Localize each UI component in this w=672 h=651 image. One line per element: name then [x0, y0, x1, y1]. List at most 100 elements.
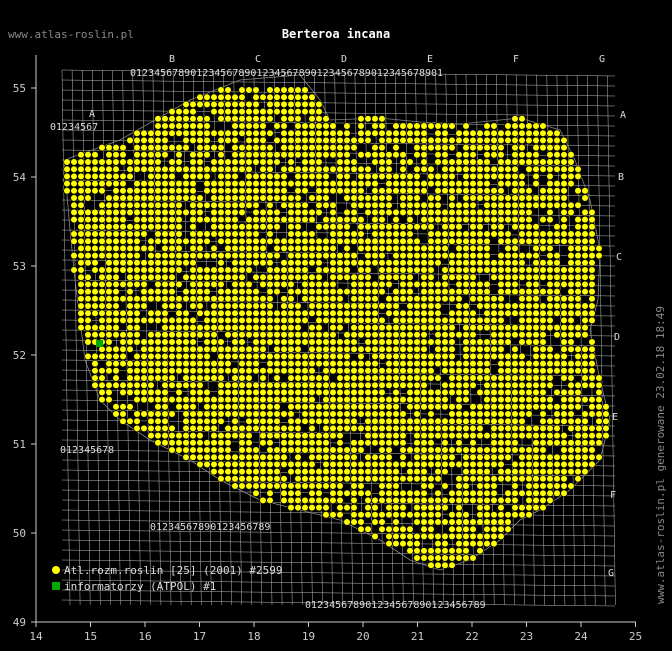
- occurrence-dot: [497, 417, 505, 425]
- occurrence-dot: [462, 489, 470, 497]
- occurrence-dot: [490, 151, 498, 159]
- occurrence-dot: [245, 424, 253, 433]
- occurrence-dot: [301, 475, 309, 483]
- occurrence-dot: [105, 345, 113, 353]
- occurrence-dot: [469, 489, 477, 497]
- occurrence-dot: [553, 460, 561, 469]
- occurrence-dot: [413, 194, 421, 202]
- occurrence-dot: [329, 144, 337, 152]
- occurrence-dot: [392, 460, 400, 469]
- occurrence-dot: [280, 381, 288, 389]
- occurrence-dot: [413, 122, 421, 130]
- occurrence-dot: [378, 223, 386, 231]
- occurrence-dot: [273, 367, 281, 375]
- occurrence-dot: [532, 288, 540, 296]
- occurrence-dot: [252, 230, 260, 238]
- occurrence-dot: [497, 453, 505, 461]
- occurrence-dot: [336, 144, 344, 152]
- occurrence-dot: [84, 180, 92, 188]
- occurrence-dot: [147, 187, 155, 195]
- occurrence-dot: [196, 122, 204, 130]
- occurrence-dot: [399, 273, 407, 281]
- occurrence-dot: [259, 496, 267, 505]
- occurrence-dot: [336, 180, 344, 188]
- occurrence-dot: [245, 158, 253, 166]
- occurrence-dot: [77, 158, 85, 166]
- occurrence-dot: [483, 252, 491, 260]
- occurrence-dot: [469, 360, 477, 368]
- occurrence-dot: [308, 439, 316, 447]
- occurrence-dot: [518, 295, 526, 303]
- occurrence-dot: [539, 324, 547, 332]
- occurrence-dot: [420, 187, 428, 195]
- occurrence-dot: [371, 115, 379, 123]
- occurrence-dot: [462, 360, 470, 368]
- occurrence-dot: [182, 309, 190, 317]
- occurrence-dot: [525, 432, 533, 440]
- occurrence-dot: [189, 244, 197, 252]
- occurrence-dot: [357, 518, 365, 526]
- occurrence-dot: [154, 115, 162, 123]
- occurrence-dot: [462, 302, 470, 310]
- occurrence-dot: [336, 496, 344, 505]
- occurrence-dot: [301, 201, 309, 209]
- occurrence-dot: [532, 180, 540, 188]
- occurrence-dot: [315, 432, 323, 440]
- occurrence-dot: [525, 324, 533, 332]
- occurrence-dot: [392, 388, 400, 397]
- occurrence-dot: [413, 187, 421, 195]
- occurrence-dot: [287, 496, 295, 505]
- occurrence-dot: [546, 180, 554, 188]
- occurrence-dot: [581, 360, 589, 368]
- occurrence-dot: [252, 244, 260, 252]
- occurrence-dot: [287, 100, 295, 108]
- grid-line-h: [61, 519, 616, 527]
- occurrence-dot: [161, 410, 169, 418]
- occurrence-dot: [350, 446, 358, 454]
- occurrence-dot: [420, 367, 428, 375]
- occurrence-dot: [329, 237, 337, 245]
- occurrence-dot: [553, 439, 561, 447]
- occurrence-dot: [196, 165, 204, 173]
- occurrence-dot: [315, 266, 323, 274]
- occurrence-dot: [427, 561, 435, 569]
- occurrence-dot: [98, 187, 106, 195]
- occurrence-dot: [525, 208, 533, 216]
- occurrence-dot: [273, 403, 281, 411]
- occurrence-dot: [525, 295, 533, 303]
- occurrence-dot: [357, 151, 365, 159]
- occurrence-dot: [329, 129, 337, 137]
- occurrence-dot: [238, 86, 246, 94]
- occurrence-dot: [91, 165, 99, 173]
- occurrence-dot: [560, 403, 568, 411]
- occurrence-dot: [280, 360, 288, 368]
- occurrence-dot: [462, 345, 470, 353]
- occurrence-dot: [357, 396, 365, 404]
- occurrence-dot: [364, 309, 372, 317]
- occurrence-dot: [434, 396, 442, 404]
- occurrence-dot: [553, 144, 561, 152]
- occurrence-dot: [518, 122, 526, 130]
- occurrence-dot: [434, 547, 442, 555]
- occurrence-dot: [518, 259, 526, 267]
- occurrence-dot: [413, 446, 421, 454]
- occurrence-dot: [378, 115, 386, 123]
- occurrence-dot: [182, 410, 190, 418]
- occurrence-dot: [287, 388, 295, 397]
- occurrence-dot: [448, 388, 456, 397]
- occurrence-dot: [175, 316, 183, 325]
- atpol-digit-row: 01234567: [50, 122, 98, 133]
- occurrence-dot: [595, 410, 603, 418]
- occurrence-dot: [448, 561, 456, 569]
- occurrence-dot: [287, 252, 295, 260]
- occurrence-dot: [238, 201, 246, 209]
- occurrence-dot: [245, 453, 253, 461]
- occurrence-dot: [105, 388, 113, 397]
- occurrence-dot: [273, 417, 281, 425]
- occurrence-dot: [392, 237, 400, 245]
- occurrence-dot: [462, 554, 470, 562]
- occurrence-dot: [175, 432, 183, 440]
- occurrence-dot: [357, 367, 365, 375]
- occurrence-dot: [476, 252, 484, 260]
- occurrence-dot: [413, 460, 421, 469]
